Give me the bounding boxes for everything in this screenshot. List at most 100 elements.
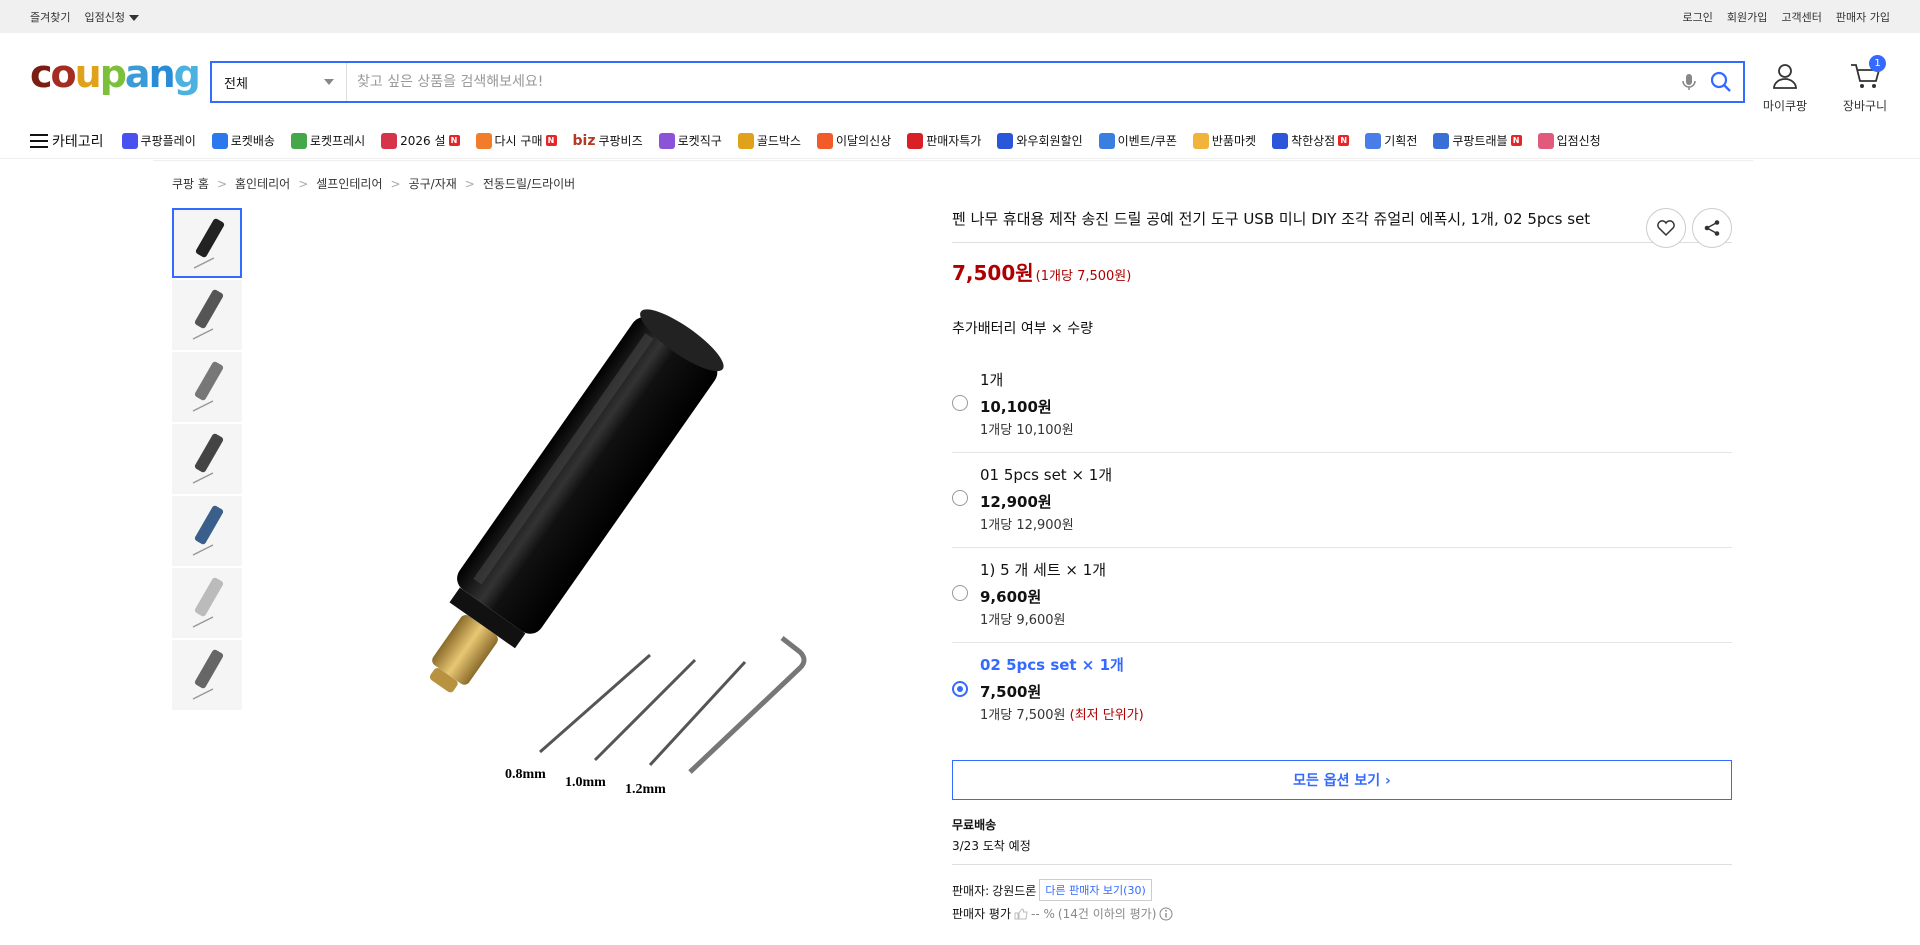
nav-item[interactable]: 로켓배송: [211, 132, 275, 149]
product-info: 펜 나무 휴대용 제작 송진 드릴 공예 전기 도구 USB 미니 DIY 조각…: [952, 208, 1732, 926]
nav-item[interactable]: 입점신청: [1537, 132, 1601, 149]
option-unit-price: 1개당 10,100원: [980, 419, 1074, 438]
product-drill-image: 0.8mm 1.0mm 1.2mm: [429, 309, 807, 797]
store-icon: [1537, 132, 1554, 149]
nav-item[interactable]: 판매자특가: [907, 132, 981, 149]
product-thumbnail[interactable]: [172, 352, 242, 422]
option-unit-price: 1개당 12,900원: [980, 514, 1112, 533]
nav-item[interactable]: 쿠팡트래블 N: [1433, 132, 1522, 149]
new-badge-icon: N: [1510, 135, 1522, 146]
product-thumbnail[interactable]: [172, 280, 242, 350]
nav-item[interactable]: 로켓직구: [658, 132, 722, 149]
login-link[interactable]: 로그인: [1683, 9, 1713, 25]
store-apply-label: 입점신청: [84, 10, 125, 24]
cart-button[interactable]: 1 장바구니: [1840, 55, 1890, 114]
logo-letter: u: [74, 52, 102, 96]
biz-icon: biz: [572, 132, 596, 149]
option-row[interactable]: 01 5pcs set × 1개 12,900원 1개당 12,900원: [952, 453, 1732, 548]
new-bag-icon: [816, 132, 833, 149]
nav-item[interactable]: biz 쿠팡비즈: [573, 132, 643, 149]
play-icon: [121, 132, 138, 149]
nav-item[interactable]: 쿠팡플레이: [121, 132, 196, 149]
customer-center-link[interactable]: 고객센터: [1781, 9, 1821, 25]
bit-size-label: 1.0mm: [565, 775, 606, 790]
favorites-link[interactable]: 즐겨찾기: [30, 9, 70, 25]
option-unit-text: 1개당 7,500원: [980, 708, 1066, 723]
search-icon[interactable]: [1709, 70, 1733, 94]
percent-icon: [907, 132, 924, 149]
nav-item-label: 쿠팡트래블: [1452, 134, 1508, 148]
option-radio[interactable]: [952, 490, 968, 506]
option-row[interactable]: 1개 10,100원 1개당 10,100원: [952, 358, 1732, 453]
product-thumbnail[interactable]: [172, 496, 242, 566]
info-icon[interactable]: [1159, 907, 1173, 921]
store-apply-dropdown[interactable]: 입점신청: [84, 9, 139, 25]
chevron-down-icon: [324, 79, 334, 85]
divider: [952, 864, 1732, 865]
option-price: 7,500원: [980, 683, 1042, 701]
product-title: 펜 나무 휴대용 제작 송진 드릴 공예 전기 도구 USB 미니 DIY 조각…: [952, 210, 1591, 228]
seller-rating-label: 판매자 평가: [952, 907, 1012, 921]
option-label: 추가배터리 여부 × 수량: [952, 321, 1094, 337]
category-nav: 카테고리 쿠팡플레이 로켓배송 로켓프레시 2026 설 N 다시 구매 N biz 쿠팡비즈 로…: [0, 123, 1920, 159]
nav-item[interactable]: 기획전: [1365, 132, 1417, 149]
thumbs-up-icon: [1014, 907, 1028, 919]
shipping-date: 3/23 도착 예정: [952, 839, 1031, 853]
all-options-button[interactable]: 모든 옵션 보기 ›: [952, 760, 1732, 800]
category-menu-button[interactable]: 카테고리: [30, 131, 104, 151]
signup-link[interactable]: 회원가입: [1727, 9, 1767, 25]
nav-item[interactable]: 로켓프레시: [290, 132, 365, 149]
seller-name[interactable]: 강원드론: [992, 882, 1036, 899]
option-radio[interactable]: [952, 395, 968, 411]
nav-item[interactable]: 이달의신상: [816, 132, 891, 149]
breadcrumb-item[interactable]: 전동드릴/드라이버: [483, 175, 575, 192]
main-product-image[interactable]: 0.8mm 1.0mm 1.2mm: [320, 300, 880, 800]
chevron-right-icon: >: [464, 176, 475, 191]
option-radio[interactable]: [952, 585, 968, 601]
option-row[interactable]: 1) 5 개 세트 × 1개 9,600원 1개당 9,600원: [952, 548, 1732, 643]
option-unit-price: 1개당 7,500원 (최저 단위가): [980, 704, 1144, 723]
seller-signup-link[interactable]: 판매자 가입: [1836, 9, 1890, 25]
product-thumbnail[interactable]: [172, 568, 242, 638]
nav-item[interactable]: 골드박스: [737, 132, 801, 149]
breadcrumb: 쿠팡 홈 > 홈인테리어 > 셀프인테리어 > 공구/자재 > 전동드릴/드라이버: [172, 175, 575, 192]
search-bar: 전체: [210, 61, 1745, 103]
microphone-icon[interactable]: [1679, 72, 1699, 92]
seller-rating-note: (14건 이하의 평가): [1057, 907, 1157, 921]
option-radio[interactable]: [952, 680, 968, 697]
other-sellers-button[interactable]: 다른 판매자 보기(30): [1039, 879, 1152, 901]
coupang-logo[interactable]: coupang: [30, 52, 210, 96]
option-unit-price: 1개당 9,600원: [980, 609, 1106, 628]
nav-item-label: 기획전: [1384, 134, 1418, 148]
search-category-select[interactable]: 전체: [212, 63, 347, 101]
shipping-title: 무료배송: [952, 818, 997, 832]
nav-item[interactable]: 이벤트/쿠폰: [1098, 132, 1177, 149]
option-row[interactable]: 02 5pcs set × 1개 7,500원 1개당 7,500원 (최저 단위가…: [952, 643, 1732, 738]
nav-item[interactable]: 착한상점 N: [1272, 132, 1350, 149]
hamburger-icon: [30, 133, 48, 148]
breadcrumb-item[interactable]: 쿠팡 홈: [172, 175, 209, 192]
breadcrumb-item[interactable]: 셀프인테리어: [316, 175, 382, 192]
wow-icon: [997, 132, 1014, 149]
wishlist-button[interactable]: [1646, 208, 1686, 248]
nav-item[interactable]: 반품마켓: [1192, 132, 1256, 149]
share-button[interactable]: [1692, 208, 1732, 248]
thumbnail-list: [172, 208, 244, 712]
seller-info: 판매자: 강원드론 다른 판매자 보기(30) 판매자 평가 -- % (14건…: [952, 879, 1732, 922]
logo-letter: c: [30, 52, 52, 96]
goldbox-icon: [737, 132, 754, 149]
logo-letter: n: [148, 52, 176, 96]
nav-item[interactable]: 와우회원할인: [997, 132, 1083, 149]
search-input[interactable]: [347, 74, 1679, 90]
product-thumbnail[interactable]: [172, 208, 242, 278]
nav-item[interactable]: 다시 구매 N: [475, 132, 557, 149]
nav-item[interactable]: 2026 설N: [381, 132, 460, 149]
chevron-right-icon: >: [298, 176, 309, 191]
product-thumbnail[interactable]: [172, 424, 242, 494]
breadcrumb-item[interactable]: 공구/자재: [409, 175, 457, 192]
product-thumbnail[interactable]: [172, 640, 242, 710]
top-utility-bar: 즐겨찾기 입점신청 로그인 회원가입 고객센터 판매자 가입: [0, 0, 1920, 33]
shop-icon: [1272, 132, 1289, 149]
mycoupang-button[interactable]: 마이쿠팡: [1760, 61, 1810, 114]
breadcrumb-item[interactable]: 홈인테리어: [235, 175, 290, 192]
